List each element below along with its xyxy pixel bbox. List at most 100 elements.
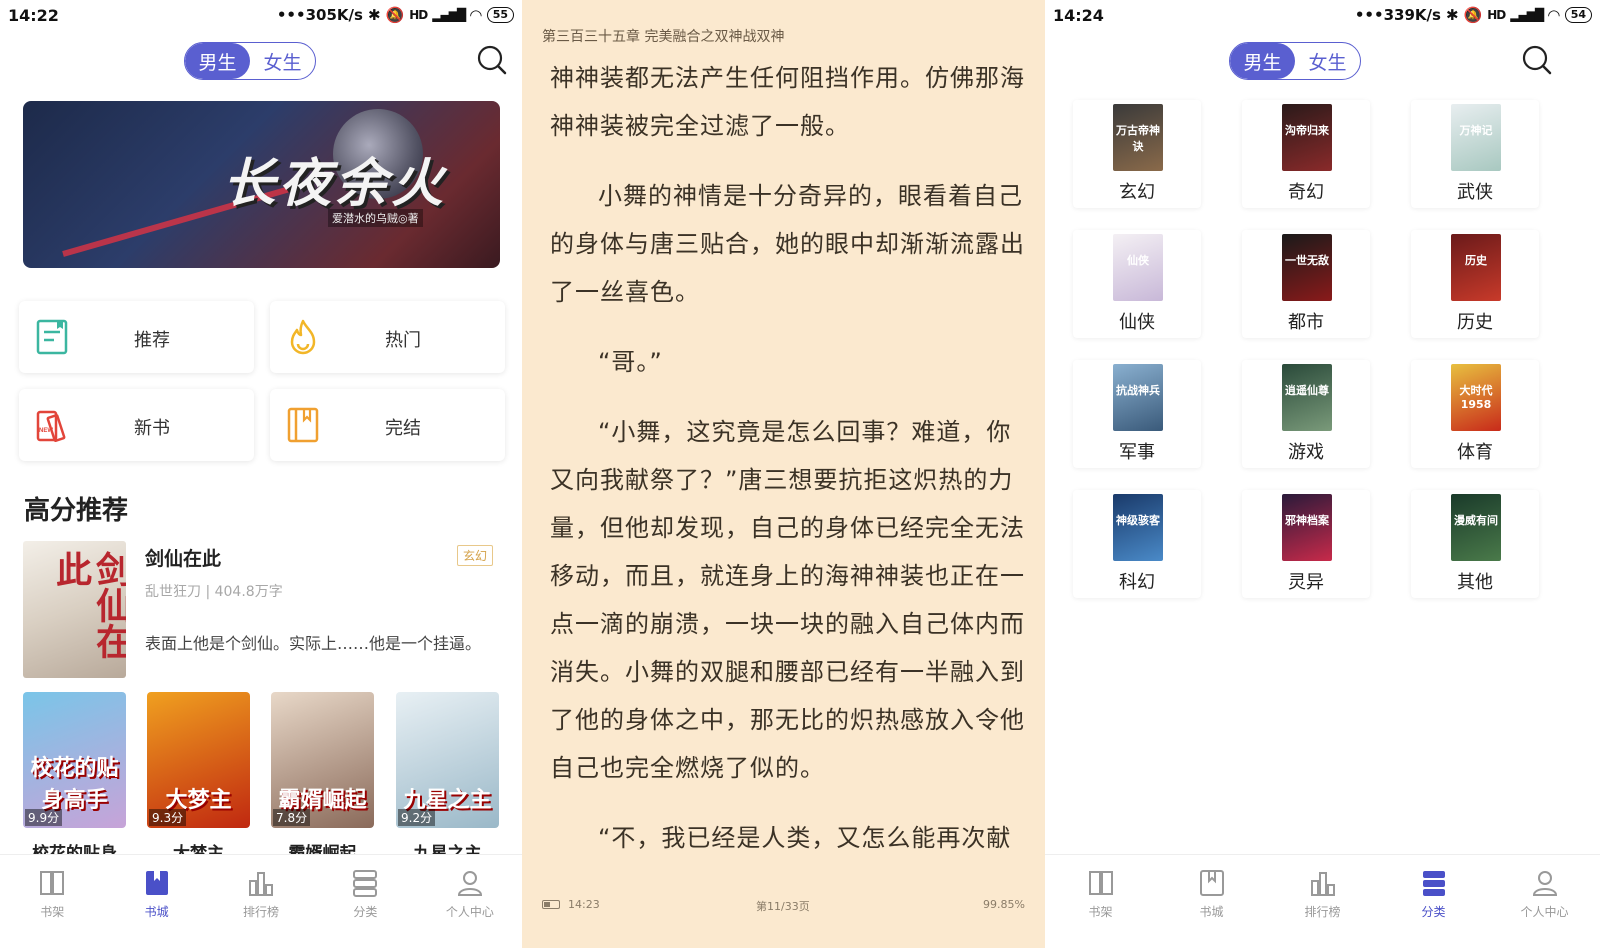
nav-label: 排行榜 xyxy=(1304,905,1341,919)
category-cover-text: 历史 xyxy=(1465,254,1487,267)
chapter-header: 第三百三十五章 完美融合之双神战双神 xyxy=(542,29,785,45)
ranking-icon xyxy=(249,872,274,896)
category-cover: 一世无敌 xyxy=(1282,234,1332,301)
tile-hot[interactable]: 热门 xyxy=(270,301,505,373)
ranking-icon xyxy=(1310,872,1335,896)
category-item[interactable]: 沟帝归来 奇幻 xyxy=(1242,100,1370,208)
nav-item-bookshelf[interactable]: 书架 xyxy=(0,855,104,948)
gender-male-tab[interactable]: 男生 xyxy=(1230,43,1295,79)
gender-toggle[interactable]: 男生 女生 xyxy=(1229,42,1361,80)
mini-score: 9.3分 xyxy=(149,809,187,826)
nav-item-category[interactable]: 分类 xyxy=(1378,855,1489,948)
nav-item-bookshelf[interactable]: 书架 xyxy=(1045,855,1156,948)
featured-book-description: 表面上他是个剑仙。实际上……他是一个挂逼。 xyxy=(145,634,482,653)
gender-female-tab[interactable]: 女生 xyxy=(1295,43,1360,79)
category-cover: 神级骇客 xyxy=(1113,494,1163,561)
svg-text:NEW: NEW xyxy=(39,428,53,434)
mute-icon: 🔕 xyxy=(385,6,405,24)
tile-new-label: 新书 xyxy=(134,418,170,439)
category-cover: 邪神档案 xyxy=(1282,494,1332,561)
nav-label: 书城 xyxy=(144,905,169,919)
tile-recommend[interactable]: 推荐 xyxy=(19,301,254,373)
gender-female-tab[interactable]: 女生 xyxy=(250,43,315,79)
bookstore-screen: 14:22 •••305K/s ✱ 🔕 HD ▂▄▆█ ◠ 55 男生 女生 长… xyxy=(0,0,522,948)
tile-finished[interactable]: 完结 xyxy=(270,389,505,461)
category-icon xyxy=(353,870,378,897)
category-cover-text: 漫威有间 xyxy=(1454,514,1498,527)
tile-finished-label: 完结 xyxy=(385,418,421,439)
nav-label: 个人中心 xyxy=(445,905,494,919)
nav-label: 排行榜 xyxy=(243,905,280,919)
network-speed: •••339K/s xyxy=(1354,6,1441,24)
mini-score: 9.2分 xyxy=(398,809,436,826)
reader-progress: 99.85% xyxy=(983,898,1025,911)
category-item[interactable]: 邪神档案 灵异 xyxy=(1242,490,1370,598)
category-cover-text: 仙侠 xyxy=(1127,254,1149,267)
bluetooth-icon: ✱ xyxy=(367,6,381,24)
category-label: 仙侠 xyxy=(1119,312,1155,333)
category-label: 其他 xyxy=(1457,572,1493,593)
category-item[interactable]: 仙侠 仙侠 xyxy=(1073,230,1201,338)
reader-paragraph: 神神装都无法产生任何阻挡作用。仿佛那海神神装被完全过滤了一般。 xyxy=(550,64,1025,140)
wifi-icon: ◠ xyxy=(470,6,482,24)
nav-item-profile[interactable]: 个人中心 xyxy=(418,855,522,948)
featured-genre-tag: 玄幻 xyxy=(457,545,494,566)
reader-body: 神神装都无法产生任何阻挡作用。仿佛那海神神装被完全过滤了一般。 小舞的神情是十分奇… xyxy=(550,54,1030,884)
nav-item-ranking[interactable]: 排行榜 xyxy=(1267,855,1378,948)
category-item[interactable]: 抗战神兵 军事 xyxy=(1073,360,1201,468)
tile-new[interactable]: NEW 新书 xyxy=(19,389,254,461)
mini-book-cover[interactable]: 大梦主 9.3分 xyxy=(147,692,250,828)
category-item[interactable]: 逍遥仙尊 游戏 xyxy=(1242,360,1370,468)
nav-label: 书城 xyxy=(1199,905,1224,919)
category-item[interactable]: 万神记 武侠 xyxy=(1411,100,1539,208)
category-item[interactable]: 万古帝神诀 玄幻 xyxy=(1073,100,1201,208)
category-label: 都市 xyxy=(1288,312,1324,333)
mini-book-cover[interactable]: 霸婿崛起 7.8分 xyxy=(271,692,374,828)
bookstore-icon xyxy=(145,871,168,895)
category-item[interactable]: 漫威有间 其他 xyxy=(1411,490,1539,598)
category-cover-text: 抗战神兵 xyxy=(1116,384,1160,397)
mini-book-cover[interactable]: 校花的贴身高手 9.9分 xyxy=(23,692,126,828)
category-item[interactable]: 一世无敌 都市 xyxy=(1242,230,1370,338)
category-item[interactable]: 大时代1958 体育 xyxy=(1411,360,1539,468)
category-label: 历史 xyxy=(1457,312,1493,333)
nav-item-ranking[interactable]: 排行榜 xyxy=(209,855,313,948)
category-icon xyxy=(1422,871,1445,896)
nav-label: 分类 xyxy=(353,905,378,919)
nav-item-bookstore[interactable]: 书城 xyxy=(104,855,208,948)
mini-score: 9.9分 xyxy=(25,809,63,826)
category-label: 体育 xyxy=(1457,442,1493,463)
battery-icon: 55 xyxy=(486,7,514,23)
category-cover-text: 大时代1958 xyxy=(1459,384,1493,411)
nav-item-bookstore[interactable]: 书城 xyxy=(1156,855,1267,948)
status-bar: 14:24 •••339K/s ✱ 🔕 HD ▂▄▆█ ◠ 54 xyxy=(1045,0,1600,34)
network-speed: •••305K/s xyxy=(276,6,363,24)
category-cover: 大时代1958 xyxy=(1451,364,1501,431)
reader-battery-icon xyxy=(542,900,560,909)
bookstore-icon xyxy=(1199,870,1224,896)
profile-icon xyxy=(1532,871,1557,896)
gender-toggle[interactable]: 男生 女生 xyxy=(184,42,316,80)
reader-screen[interactable]: 第三百三十五章 完美融合之双神战双神 神神装都无法产生任何阻挡作用。仿佛那海神神… xyxy=(522,0,1045,948)
featured-book-title[interactable]: 剑仙在此 xyxy=(145,544,221,571)
promo-banner[interactable]: 长夜余火 爱潜水的乌贼◎著 xyxy=(23,101,500,268)
category-cover: 漫威有间 xyxy=(1451,494,1501,561)
flame-icon xyxy=(290,319,316,355)
mini-book-cover[interactable]: 九星之主 9.2分 xyxy=(396,692,499,828)
category-cover: 万神记 xyxy=(1451,104,1501,171)
category-item[interactable]: 神级骇客 科幻 xyxy=(1073,490,1201,598)
category-cover: 逍遥仙尊 xyxy=(1282,364,1332,431)
featured-book-meta: 乱世狂刀 | 404.8万字 xyxy=(145,584,283,600)
search-icon[interactable] xyxy=(1521,44,1553,76)
category-item[interactable]: 历史 历史 xyxy=(1411,230,1539,338)
category-label: 游戏 xyxy=(1288,442,1324,463)
nav-item-category[interactable]: 分类 xyxy=(313,855,417,948)
category-label: 灵异 xyxy=(1288,572,1324,593)
gender-male-tab[interactable]: 男生 xyxy=(185,43,250,79)
nav-item-profile[interactable]: 个人中心 xyxy=(1489,855,1600,948)
featured-book-cover[interactable]: 剑仙在此 xyxy=(23,541,126,678)
profile-icon xyxy=(457,871,482,896)
mini-cover-text: 校花的贴身高手 xyxy=(30,755,119,813)
search-icon[interactable] xyxy=(476,44,508,76)
wifi-icon: ◠ xyxy=(1548,6,1560,24)
